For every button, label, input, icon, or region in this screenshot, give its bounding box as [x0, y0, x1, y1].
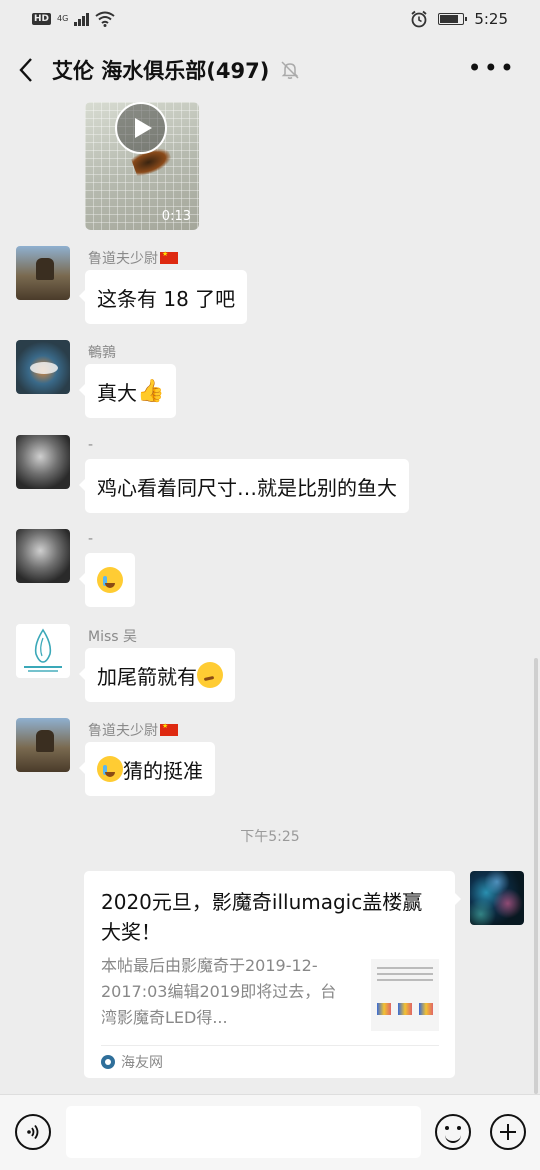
scrollbar[interactable]	[534, 658, 538, 1094]
avatar[interactable]	[16, 529, 70, 583]
plus-button[interactable]	[490, 1114, 526, 1150]
link-title: 2020元旦，影魔奇illumagic盖楼赢大奖！	[101, 890, 423, 944]
wifi-icon	[95, 11, 115, 27]
sender-name: 鲁道夫少尉	[88, 248, 178, 268]
message-bubble[interactable]: 真大 👍	[78, 364, 177, 418]
link-card-message[interactable]: 2020元旦，影魔奇illumagic盖楼赢大奖！ 本帖最后由影魔奇于2019-…	[84, 871, 461, 1078]
emoji-button[interactable]	[435, 1114, 471, 1150]
avatar-figure	[36, 258, 54, 280]
message-text: 鸡心看着同尺寸…就是比别的鱼大	[97, 475, 397, 500]
bell-off-icon	[281, 61, 299, 79]
signal-icon	[74, 12, 90, 26]
avatar-fish	[30, 362, 58, 374]
message-bubble[interactable]: 鸡心看着同尺寸…就是比别的鱼大	[79, 459, 409, 513]
sender-name-text: 鵪鶉	[88, 345, 116, 361]
china-flag-icon	[160, 250, 178, 264]
network-badge: 4G	[57, 14, 69, 23]
message-text: 真大	[97, 380, 137, 405]
message-input[interactable]	[66, 1106, 421, 1158]
sender-name-text: -	[88, 437, 94, 453]
message-bubble[interactable]: 这条有 18 了吧	[78, 270, 248, 324]
sender-name: 鵪鶉	[88, 342, 116, 362]
my-avatar[interactable]	[470, 871, 524, 925]
status-time: 5:25	[474, 10, 508, 28]
video-duration: 0:13	[161, 209, 191, 224]
thumbs-up-icon: 👍	[137, 378, 165, 404]
avatar[interactable]	[16, 624, 70, 678]
sender-name-text: Miss 吴	[88, 629, 138, 645]
sender-name: -	[88, 437, 93, 453]
sender-name-text: 鲁道夫少尉	[88, 251, 158, 267]
avatar-figure	[36, 730, 54, 752]
battery-level	[440, 15, 458, 23]
voice-button[interactable]	[15, 1114, 51, 1150]
message-bubble[interactable]: 加尾箭就有	[79, 648, 235, 702]
message-timestamp: 下午5:25	[240, 829, 300, 845]
avatar[interactable]	[16, 718, 70, 772]
alarm-icon	[411, 10, 427, 28]
site-logo-icon	[101, 1055, 115, 1069]
chat-title[interactable]: 艾伦 海水俱乐部(497)	[52, 55, 269, 85]
sender-name-text: -	[88, 531, 94, 547]
link-footer: 海友网	[101, 1045, 439, 1078]
message-bubble[interactable]	[79, 553, 135, 607]
status-left: HD 4G	[32, 11, 115, 27]
link-body: 本帖最后由影魔奇于2019-12-2017:03编辑2019即将过去，台湾影魔奇…	[101, 953, 439, 1031]
voice-icon	[27, 1124, 39, 1140]
avatar[interactable]	[16, 435, 70, 489]
sender-name: 鲁道夫少尉	[88, 720, 178, 740]
sender-name: -	[88, 531, 93, 547]
link-thumbnail	[371, 959, 439, 1031]
hd-badge: HD	[32, 13, 52, 25]
avatar[interactable]	[16, 246, 70, 300]
status-bar: HD 4G 5:25	[0, 0, 540, 38]
chat-header: 艾伦 海水俱乐部(497) •••	[0, 38, 540, 102]
back-button[interactable]	[0, 38, 52, 102]
message-text: 这条有 18 了吧	[97, 286, 236, 311]
input-bar	[0, 1094, 540, 1170]
link-description: 本帖最后由影魔奇于2019-12-2017:03编辑2019即将过去，台湾影魔奇…	[101, 956, 337, 1027]
sender-name-text: 鲁道夫少尉	[88, 723, 158, 739]
more-button[interactable]: •••	[468, 56, 516, 80]
message-bubble[interactable]: 猜的挺准	[79, 742, 215, 796]
video-message[interactable]: 0:13	[85, 102, 199, 230]
battery-icon	[438, 13, 468, 25]
play-icon[interactable]	[115, 102, 167, 154]
message-text: 猜的挺准	[123, 758, 203, 783]
message-list[interactable]: 0:13 鲁道夫少尉 这条有 18 了吧 鵪鶉 真大 👍 -	[0, 102, 540, 1094]
china-flag-icon	[160, 722, 178, 736]
status-right: 5:25	[410, 10, 508, 28]
link-source: 海友网	[121, 1055, 163, 1071]
thinking-face-icon	[197, 662, 223, 688]
avatar[interactable]	[16, 340, 70, 394]
message-text: 加尾箭就有	[97, 664, 197, 689]
crying-face-icon	[97, 567, 123, 593]
sender-name: Miss 吴	[88, 626, 137, 646]
aquarium-logo	[24, 628, 62, 672]
crying-face-icon	[97, 756, 123, 782]
chevron-left-icon	[19, 58, 32, 82]
